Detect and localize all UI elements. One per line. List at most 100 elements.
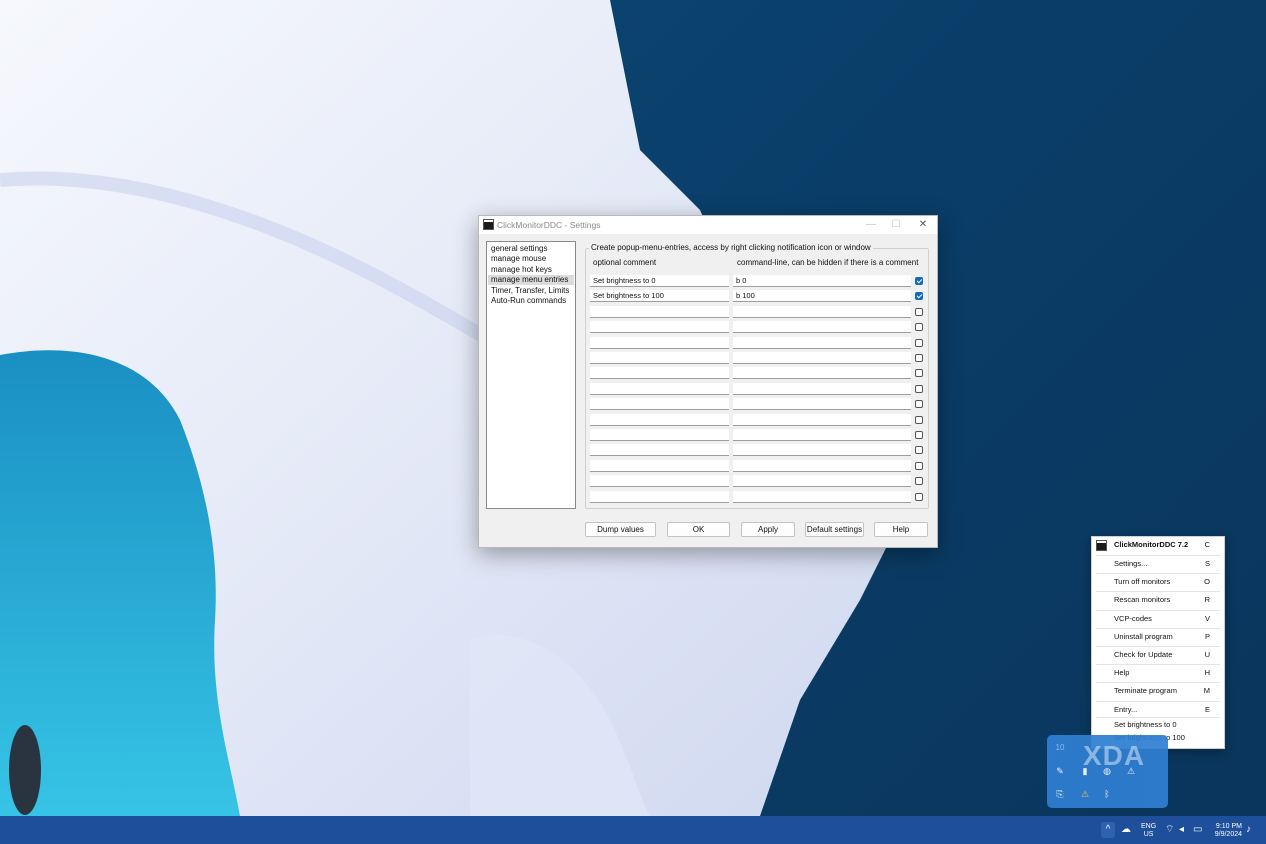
- table-row: [590, 382, 925, 396]
- dump-values-button[interactable]: Dump values: [585, 522, 656, 537]
- menu-item-terminate-program[interactable]: Terminate program M: [1092, 683, 1224, 701]
- table-row: [590, 321, 925, 334]
- comment-field[interactable]: [590, 382, 729, 395]
- notification-bell-icon[interactable]: ♪: [1246, 824, 1251, 836]
- entry-enabled-checkbox[interactable]: [915, 477, 923, 486]
- command-field[interactable]: [733, 367, 911, 380]
- comment-field[interactable]: Set brightness to 100: [590, 290, 729, 303]
- volume-icon[interactable]: ◂: [1179, 824, 1184, 836]
- entry-enabled-checkbox[interactable]: [915, 461, 923, 470]
- command-field[interactable]: b 0: [733, 275, 911, 287]
- defender-warning-icon[interactable]: ⚠: [1079, 788, 1091, 800]
- nav-item-general-settings[interactable]: general settings: [488, 244, 574, 254]
- comment-field[interactable]: [590, 429, 729, 441]
- entry-enabled-checkbox[interactable]: [915, 431, 923, 439]
- table-row: [590, 444, 925, 457]
- entry-enabled-checkbox[interactable]: [915, 384, 923, 393]
- comment-field[interactable]: [590, 459, 729, 472]
- apply-button[interactable]: Apply: [741, 522, 795, 537]
- command-field[interactable]: [733, 475, 911, 488]
- menu-item-turn-off-monitors[interactable]: Turn off monitors O: [1092, 574, 1224, 592]
- nav-item-manage-menu-entries[interactable]: manage menu entries: [488, 275, 574, 285]
- command-field[interactable]: b 100: [733, 290, 911, 303]
- settings-category-list[interactable]: general settings manage mouse manage hot…: [486, 241, 576, 509]
- table-row: [590, 305, 925, 319]
- menu-item-label: Help: [1114, 668, 1130, 678]
- minimize-button[interactable]: —: [859, 217, 883, 233]
- command-field[interactable]: [733, 382, 911, 395]
- comment-field[interactable]: [590, 413, 729, 426]
- language-indicator[interactable]: ENG US: [1141, 823, 1156, 839]
- entry-enabled-checkbox[interactable]: [915, 415, 923, 424]
- comment-field[interactable]: [590, 321, 729, 334]
- default-settings-button[interactable]: Default settings: [805, 522, 864, 537]
- menu-item-check-for-update[interactable]: Check for Update U: [1092, 647, 1224, 665]
- entry-enabled-checkbox[interactable]: [915, 446, 923, 455]
- nav-item-auto-run-commands[interactable]: Auto-Run commands: [488, 296, 574, 306]
- command-field[interactable]: [733, 413, 911, 426]
- menu-item-help[interactable]: Help H: [1092, 665, 1224, 683]
- ok-button[interactable]: OK: [667, 522, 730, 537]
- window-title: ClickMonitorDDC - Settings: [497, 220, 601, 230]
- menu-item-custom-brightness-0[interactable]: Set brightness to 0: [1092, 719, 1224, 732]
- entry-enabled-checkbox[interactable]: [915, 400, 923, 409]
- command-field[interactable]: [733, 429, 911, 441]
- usb-icon[interactable]: ⎘: [1054, 788, 1066, 800]
- help-button[interactable]: Help: [874, 522, 928, 537]
- maximize-button[interactable]: ☐: [884, 217, 908, 233]
- command-field[interactable]: [733, 398, 911, 411]
- menu-item-shortcut: V: [1204, 613, 1210, 623]
- comment-field[interactable]: [590, 475, 729, 488]
- group-title: Create popup-menu-entries, access by rig…: [589, 243, 873, 252]
- command-field[interactable]: [733, 459, 911, 472]
- clock[interactable]: 9:10 PM 9/9/2024: [1208, 823, 1242, 839]
- comment-field[interactable]: [590, 305, 729, 318]
- comment-field[interactable]: [590, 398, 729, 411]
- menu-item-label: Set brightness to 0: [1114, 720, 1177, 729]
- menu-item-vcp-codes[interactable]: VCP-codes V: [1092, 611, 1224, 629]
- menu-item-label: Settings...: [1114, 559, 1148, 568]
- menu-item-uninstall-program[interactable]: Uninstall program P: [1092, 629, 1224, 647]
- comment-field[interactable]: [590, 444, 729, 457]
- tray-context-menu: ClickMonitorDDC 7.2 C Settings... S Turn o…: [1091, 536, 1225, 749]
- paint-icon[interactable]: ✎: [1054, 765, 1066, 777]
- command-field[interactable]: [733, 305, 911, 318]
- entry-enabled-checkbox[interactable]: [915, 307, 923, 316]
- command-field[interactable]: [733, 444, 911, 457]
- menu-item-rescan-monitors[interactable]: Rescan monitors R: [1092, 592, 1224, 610]
- title-bar[interactable]: ClickMonitorDDC - Settings — ☐ ✕: [479, 216, 937, 234]
- command-field[interactable]: [733, 352, 911, 364]
- comment-field[interactable]: Set brightness to 0: [590, 275, 729, 287]
- battery-icon[interactable]: ▭: [1193, 824, 1202, 836]
- command-field[interactable]: [733, 321, 911, 334]
- close-button[interactable]: ✕: [911, 217, 935, 233]
- clickmonitor-tray-icon[interactable]: 10: [1054, 742, 1066, 754]
- command-field[interactable]: [733, 490, 911, 503]
- menu-item-settings[interactable]: Settings... S: [1092, 556, 1224, 574]
- comment-field[interactable]: [590, 490, 729, 503]
- menu-header[interactable]: ClickMonitorDDC 7.2 C: [1092, 537, 1224, 555]
- comment-field[interactable]: [590, 367, 729, 380]
- wifi-icon[interactable]: ⌔: [1165, 824, 1174, 836]
- show-hidden-icons-button[interactable]: ^: [1101, 822, 1115, 838]
- column-header-command: command-line, can be hidden if there is …: [737, 258, 919, 267]
- bluetooth-icon[interactable]: ᛒ: [1101, 788, 1113, 800]
- entry-enabled-checkbox[interactable]: [915, 354, 923, 362]
- entry-enabled-checkbox[interactable]: [915, 369, 923, 378]
- nav-item-manage-hot-keys[interactable]: manage hot keys: [488, 265, 574, 275]
- entry-enabled-checkbox[interactable]: [915, 323, 923, 332]
- entry-enabled-checkbox[interactable]: [915, 492, 923, 501]
- entry-enabled-checkbox[interactable]: [915, 338, 923, 347]
- entry-enabled-checkbox[interactable]: [915, 277, 923, 285]
- comment-field[interactable]: [590, 336, 729, 349]
- menu-item-shortcut: M: [1203, 686, 1210, 696]
- comment-field[interactable]: [590, 352, 729, 364]
- onedrive-icon[interactable]: ☁: [1121, 824, 1131, 836]
- entry-enabled-checkbox[interactable]: [915, 292, 923, 301]
- app-icon: [483, 219, 494, 230]
- table-row: [590, 352, 925, 365]
- command-field[interactable]: [733, 336, 911, 349]
- menu-item-label: Uninstall program: [1114, 631, 1173, 641]
- nav-item-manage-mouse[interactable]: manage mouse: [488, 254, 574, 264]
- nav-item-timer-transfer-limits[interactable]: Timer, Transfer, Limits: [488, 286, 574, 296]
